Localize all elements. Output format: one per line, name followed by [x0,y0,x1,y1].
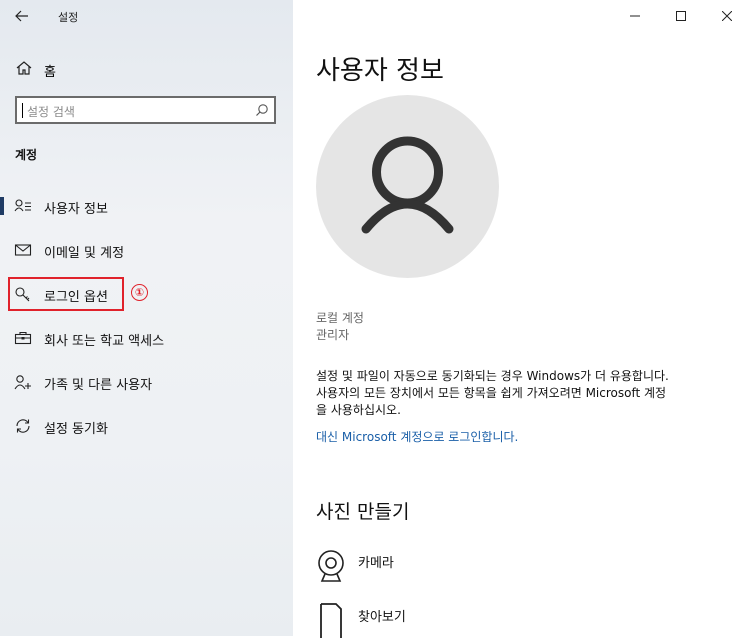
home-nav-item[interactable]: 홈 [0,56,293,82]
sidebar: 설정 홈 설정 검색 계정 사용자 정보 이메일 및 계정 로그인 옵션 회사 … [0,0,293,636]
window-controls [612,0,750,32]
sidebar-item-work-school-access[interactable]: 회사 또는 학교 액세스 [0,320,293,356]
account-role: 관리자 [316,328,350,342]
user-info-icon [14,199,31,212]
annotation-number: ① [131,284,148,301]
briefcase-icon [14,331,32,345]
back-button[interactable] [8,4,36,28]
close-button[interactable] [704,0,750,32]
avatar [316,95,499,278]
text-caret [22,103,23,118]
browse-option[interactable]: 찾아보기 [316,602,616,642]
settings-window: 설정 홈 설정 검색 계정 사용자 정보 이메일 및 계정 로그인 옵션 회사 … [0,0,750,638]
home-label: 홈 [44,65,56,80]
annotation-highlight-box [8,277,124,311]
sidebar-item-email-accounts[interactable]: 이메일 및 계정 [0,232,293,268]
minimize-icon [630,15,640,17]
create-photo-title: 사진 만들기 [316,501,410,523]
title-bar: 설정 [0,0,293,32]
app-title: 설정 [58,11,79,24]
sidebar-item-user-info[interactable]: 사용자 정보 [0,188,293,224]
maximize-icon [676,11,686,21]
user-avatar-icon [361,136,454,234]
camera-label: 카메라 [358,556,394,571]
ms-account-signin-link[interactable]: 대신 Microsoft 계정으로 로그인합니다. [316,428,518,445]
description-line: 을 사용하십시오. [316,403,401,417]
main-content: 사용자 정보 로컬 계정 관리자 설정 및 파일이 자동으로 동기화되는 경우 … [293,0,750,638]
webcam-icon [318,550,344,582]
sidebar-item-sync-settings[interactable]: 설정 동기화 [0,408,293,444]
browse-icon [320,603,342,638]
close-icon [722,11,732,21]
browse-label: 찾아보기 [358,610,406,625]
description-line: 설정 및 파일이 자동으로 동기화되는 경우 Windows가 더 유용합니다. [316,369,669,383]
mail-icon [14,244,32,256]
selected-indicator [0,197,4,215]
camera-option[interactable]: 카메라 [316,548,616,588]
sync-icon [16,419,30,433]
home-icon [16,61,32,75]
description: 설정 및 파일이 자동으로 동기화되는 경우 Windows가 더 유용합니다.… [316,368,746,419]
sidebar-item-label: 가족 및 다른 사용자 [44,378,153,393]
section-title: 계정 [15,148,38,162]
description-line: 사용자의 모든 장치에서 모든 항목을 쉽게 가져오려면 Microsoft 계… [316,386,667,400]
minimize-button[interactable] [612,0,658,32]
sidebar-item-label: 사용자 정보 [44,202,108,217]
search-icon[interactable] [255,103,269,117]
search-placeholder: 설정 검색 [27,105,75,119]
sidebar-item-label: 회사 또는 학교 액세스 [44,334,165,349]
maximize-button[interactable] [658,0,704,32]
back-arrow-icon [15,10,28,22]
sidebar-item-family-other-users[interactable]: 가족 및 다른 사용자 [0,364,293,400]
sidebar-item-label: 설정 동기화 [44,422,108,437]
sidebar-item-label: 이메일 및 계정 [44,246,125,261]
person-add-icon [14,375,31,390]
page-title: 사용자 정보 [316,56,444,86]
account-type: 로컬 계정 [316,311,364,325]
search-input[interactable]: 설정 검색 [15,96,276,124]
